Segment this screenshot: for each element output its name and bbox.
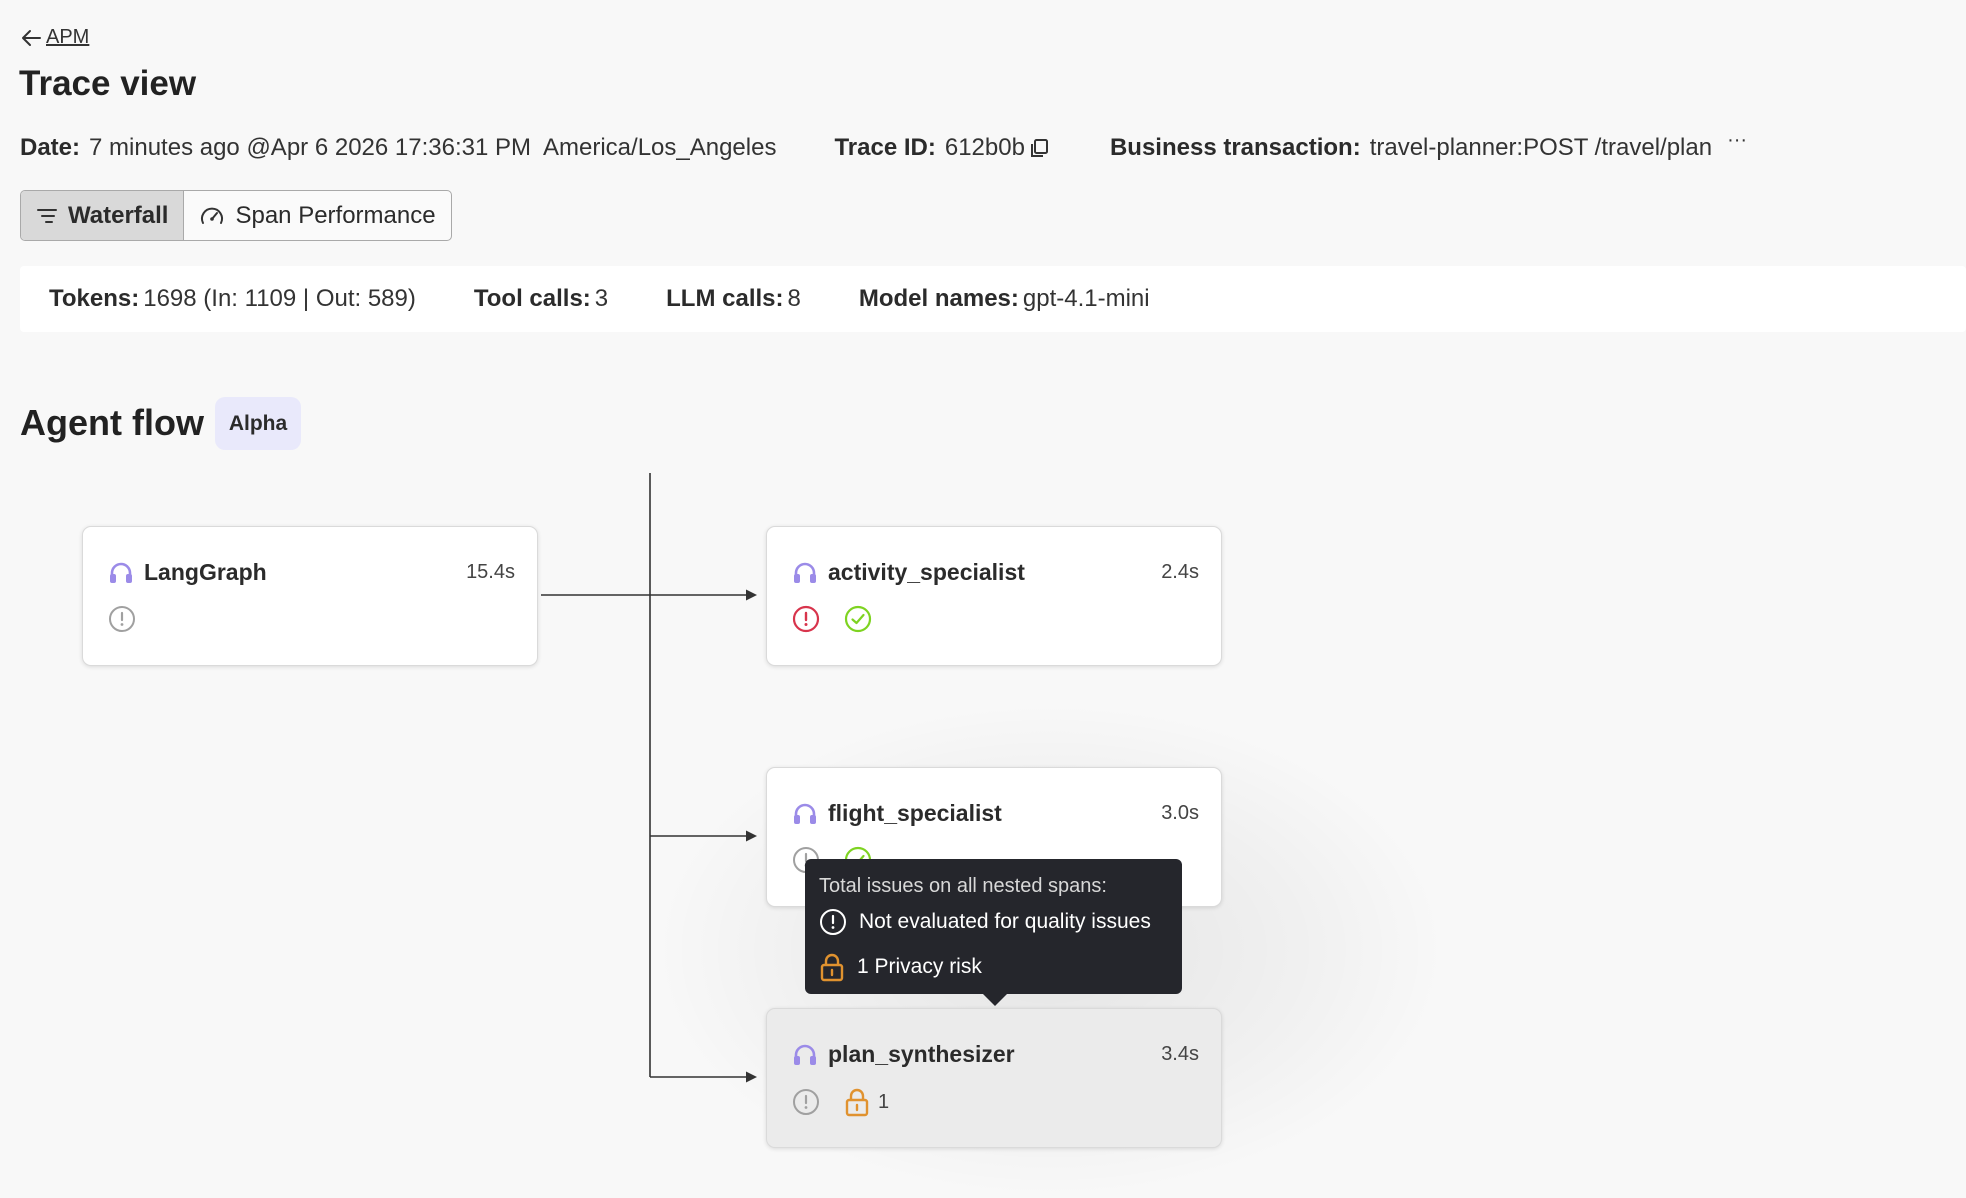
error-circle-icon[interactable] [792,605,820,633]
info-circle-icon[interactable] [792,1088,820,1116]
check-circle-icon[interactable] [844,605,872,633]
agent-headset-icon [794,562,816,583]
node-duration: 15.4s [466,561,515,583]
issues-tooltip: Total issues on all nested spans: Not ev… [805,859,1182,1006]
lock-icon[interactable] [844,1087,870,1117]
tooltip-quality-text: Not evaluated for quality issues [859,910,1151,933]
tooltip-privacy-text: 1 Privacy risk [857,955,982,978]
flow-node-langgraph[interactable]: LangGraph 15.4s [82,526,538,666]
tooltip-title: Total issues on all nested spans: [819,875,1107,897]
node-name: activity_specialist [828,559,1025,585]
agent-headset-icon [794,803,816,824]
node-duration: 2.4s [1161,561,1199,583]
tooltip-quality-row: Not evaluated for quality issues [819,908,1168,936]
node-duration: 3.4s [1161,1043,1199,1065]
privacy-risk-count: 1 [878,1090,890,1113]
info-circle-icon [820,909,846,935]
tooltip-privacy-row: 1 Privacy risk [819,952,1168,982]
node-duration: 3.0s [1161,802,1199,824]
node-name: LangGraph [144,559,267,585]
lock-icon [820,953,844,982]
node-name: plan_synthesizer [828,1041,1015,1067]
node-name: flight_specialist [828,800,1002,826]
agent-headset-icon [110,562,132,583]
flow-node-plan-synthesizer[interactable]: plan_synthesizer 3.4s 1 [766,1008,1222,1148]
flow-node-activity-specialist[interactable]: activity_specialist 2.4s [766,526,1222,666]
info-circle-icon[interactable] [108,605,136,633]
agent-headset-icon [794,1044,816,1065]
